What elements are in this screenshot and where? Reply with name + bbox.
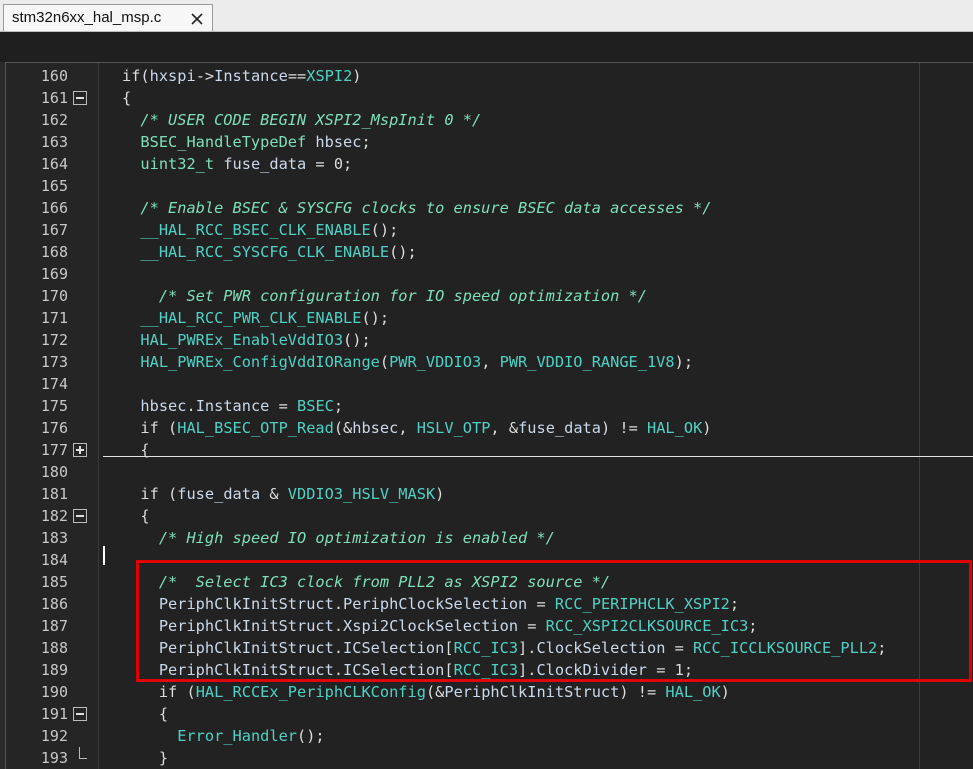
line-number: 173 <box>40 353 68 371</box>
code-line[interactable]: 176 if (HAL_BSEC_OTP_Read(&hbsec, HSLV_O… <box>6 417 973 439</box>
line-number: 163 <box>40 133 68 151</box>
code-text: HAL_PWREx_EnableVddIO3(); <box>140 331 371 349</box>
line-number: 193 <box>40 749 68 767</box>
line-number: 166 <box>40 199 68 217</box>
code-line[interactable]: 193 } <box>6 747 973 769</box>
code-text: { <box>122 441 150 459</box>
collapse-icon[interactable] <box>73 509 87 523</box>
code-line[interactable]: 192 Error_Handler(); <box>6 725 973 747</box>
code-line[interactable]: 167 __HAL_RCC_BSEC_CLK_ENABLE(); <box>6 219 973 241</box>
line-number: 192 <box>40 727 68 745</box>
line-number: 189 <box>40 661 68 679</box>
text-cursor <box>103 546 105 565</box>
collapse-icon[interactable] <box>73 91 87 105</box>
code-line[interactable]: 182 { <box>6 505 973 527</box>
code-line[interactable]: 170 /* Set PWR configuration for IO spee… <box>6 285 973 307</box>
code-text: __HAL_RCC_SYSCFG_CLK_ENABLE(); <box>140 243 417 261</box>
highlight-box <box>136 560 972 682</box>
code-text: HAL_PWREx_ConfigVddIORange(PWR_VDDIO3, P… <box>140 353 694 371</box>
editor-toolbar <box>0 32 973 62</box>
line-number: 181 <box>40 485 68 503</box>
line-number: 185 <box>40 573 68 591</box>
code-text: uint32_t fuse_data = 0; <box>140 155 353 173</box>
code-text: /* Set PWR configuration for IO speed op… <box>158 287 647 305</box>
code-line[interactable]: 164 uint32_t fuse_data = 0; <box>6 153 973 175</box>
code-text: __HAL_RCC_PWR_CLK_ENABLE(); <box>140 309 390 327</box>
code-line[interactable]: 169 <box>6 263 973 285</box>
line-number: 175 <box>40 397 68 415</box>
line-number: 161 <box>40 89 68 107</box>
code-line[interactable]: 168 __HAL_RCC_SYSCFG_CLK_ENABLE(); <box>6 241 973 263</box>
code-line[interactable]: 175 hbsec.Instance = BSEC; <box>6 395 973 417</box>
code-line[interactable]: 162 /* USER CODE BEGIN XSPI2_MspInit 0 *… <box>6 109 973 131</box>
code-line[interactable]: 160 if(hxspi->Instance==XSPI2) <box>6 65 973 87</box>
close-icon[interactable] <box>190 12 204 26</box>
line-number: 186 <box>40 595 68 613</box>
code-text: /* USER CODE BEGIN XSPI2_MspInit 0 */ <box>140 111 482 129</box>
tab-bar: stm32n6xx_hal_msp.c <box>0 0 973 32</box>
line-number: 183 <box>40 529 68 547</box>
code-line[interactable]: 190 if (HAL_RCCEx_PeriphCLKConfig(&Perip… <box>6 681 973 703</box>
line-number: 188 <box>40 639 68 657</box>
line-number: 169 <box>40 265 68 283</box>
file-tab[interactable]: stm32n6xx_hal_msp.c <box>3 4 213 31</box>
line-number: 171 <box>40 309 68 327</box>
line-number: 174 <box>40 375 68 393</box>
line-number: 180 <box>40 463 68 481</box>
line-number: 170 <box>40 287 68 305</box>
code-text: { <box>122 507 150 525</box>
code-text: { <box>122 89 132 107</box>
line-number: 184 <box>40 551 68 569</box>
tab-label: stm32n6xx_hal_msp.c <box>12 9 162 26</box>
code-line[interactable]: 166 /* Enable BSEC & SYSCFG clocks to en… <box>6 197 973 219</box>
code-line[interactable]: 180 <box>6 461 973 483</box>
expand-icon[interactable] <box>73 443 87 457</box>
line-number: 168 <box>40 243 68 261</box>
code-line[interactable]: 171 __HAL_RCC_PWR_CLK_ENABLE(); <box>6 307 973 329</box>
code-editor[interactable]: 160 if(hxspi->Instance==XSPI2) 161 {162 /* … <box>5 62 973 769</box>
code-line[interactable]: 163 BSEC_HandleTypeDef hbsec; <box>6 131 973 153</box>
code-line[interactable]: 177 { <box>6 439 973 461</box>
code-line[interactable]: 173 HAL_PWREx_ConfigVddIORange(PWR_VDDIO… <box>6 351 973 373</box>
folded-region-marker <box>103 456 973 457</box>
code-text: if (HAL_BSEC_OTP_Read(&hbsec, HSLV_OTP, … <box>140 419 712 437</box>
code-line[interactable]: 161 { <box>6 87 973 109</box>
line-number: 172 <box>40 331 68 349</box>
line-number: 165 <box>40 177 68 195</box>
code-line[interactable]: 181 if (fuse_data & VDDIO3_HSLV_MASK) <box>6 483 973 505</box>
code-line[interactable]: 165 <box>6 175 973 197</box>
line-number: 164 <box>40 155 68 173</box>
code-line[interactable]: 191 { <box>6 703 973 725</box>
code-text: Error_Handler(); <box>177 727 325 745</box>
line-number: 167 <box>40 221 68 239</box>
line-number: 177 <box>40 441 68 459</box>
code-line[interactable]: 172 HAL_PWREx_EnableVddIO3(); <box>6 329 973 351</box>
line-number: 162 <box>40 111 68 129</box>
code-text: if (fuse_data & VDDIO3_HSLV_MASK) <box>140 485 445 503</box>
line-number: 182 <box>40 507 68 525</box>
code-text: hbsec.Instance = BSEC; <box>140 397 344 415</box>
collapse-icon[interactable] <box>73 707 87 721</box>
line-number: 190 <box>40 683 68 701</box>
code-text: /* High speed IO optimization is enabled… <box>158 529 555 547</box>
code-text: } <box>122 749 169 767</box>
code-text: { <box>122 705 169 723</box>
code-text: if(hxspi->Instance==XSPI2) <box>122 67 362 85</box>
code-text: __HAL_RCC_BSEC_CLK_ENABLE(); <box>140 221 399 239</box>
code-line[interactable]: 183 /* High speed IO optimization is ena… <box>6 527 973 549</box>
line-number: 191 <box>40 705 68 723</box>
code-text: BSEC_HandleTypeDef hbsec; <box>140 133 371 151</box>
line-number: 160 <box>40 67 68 85</box>
line-number: 187 <box>40 617 68 635</box>
code-line[interactable]: 174 <box>6 373 973 395</box>
code-text: /* Enable BSEC & SYSCFG clocks to ensure… <box>140 199 712 217</box>
code-text: if (HAL_RCCEx_PeriphCLKConfig(&PeriphClk… <box>158 683 730 701</box>
line-number: 176 <box>40 419 68 437</box>
fold-end-marker <box>79 747 87 759</box>
